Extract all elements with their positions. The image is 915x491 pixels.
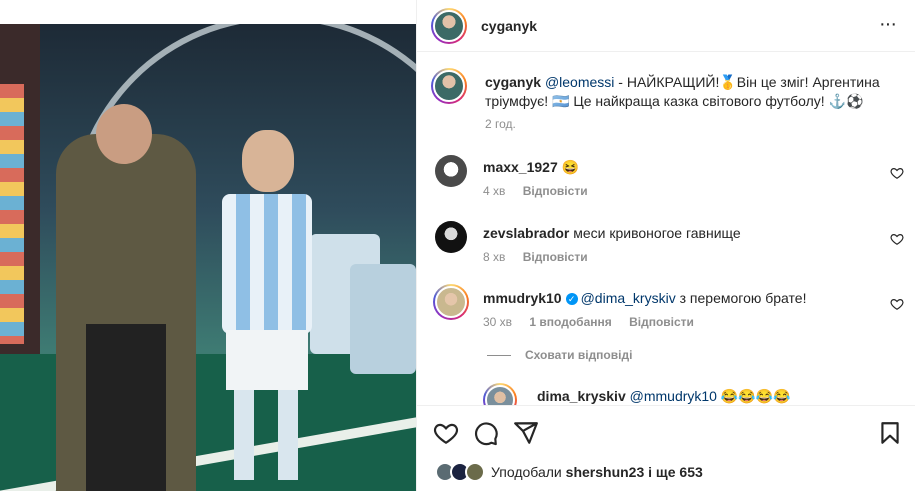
comment-avatar[interactable] <box>435 221 467 253</box>
reply-avatar[interactable] <box>483 383 517 405</box>
reply-username[interactable]: dima_kryskiv <box>537 388 626 404</box>
comment-meta: 30 хв 1 вподобання Відповісти <box>483 315 708 329</box>
liker-avatars <box>435 462 487 484</box>
caption-avatar[interactable] <box>431 68 467 104</box>
photo-wax-figure-shorts <box>226 330 308 390</box>
caption-mention[interactable]: @leomessi <box>545 74 614 90</box>
photo-person-left <box>56 104 196 491</box>
reply-text: dima_kryskiv @mmudryk10 😂😂😂😂 <box>537 388 791 405</box>
post-detail-panel: cyganyk ··· cyganyk @leomessi - НАЙКРАЩИ… <box>416 0 915 491</box>
reply-item: dima_kryskiv @mmudryk10 😂😂😂😂 <box>417 383 915 405</box>
comment-text: maxx_1927 😆 <box>483 159 873 176</box>
comment-body: з перемогою брате! <box>675 290 807 306</box>
share-send-icon[interactable] <box>513 420 539 446</box>
reply-mention[interactable]: @mmudryk10 <box>630 388 717 404</box>
photo-person-left-head <box>96 104 152 164</box>
photo-person-left-legs <box>86 324 166 491</box>
more-options-icon[interactable]: ··· <box>879 14 899 36</box>
reply-button[interactable]: Відповісти <box>629 315 694 329</box>
comment-time[interactable]: 4 хв <box>483 184 505 198</box>
comments-scroll-area[interactable]: cyganyk @leomessi - НАЙКРАЩИЙ!🥇Він це зм… <box>417 53 915 405</box>
comment-username[interactable]: maxx_1927 <box>483 159 558 175</box>
post-actions-bar: Уподобали shershun23 і ще 653 <box>417 405 915 491</box>
reply-body: 😂😂😂😂 <box>716 388 791 404</box>
photo-seat <box>350 264 416 374</box>
liker-avatar <box>465 462 485 482</box>
post-caption: cyganyk @leomessi - НАЙКРАЩИЙ!🥇Він це зм… <box>485 73 895 111</box>
comment-time[interactable]: 30 хв <box>483 315 512 329</box>
comment-like-heart-icon[interactable] <box>890 232 904 246</box>
author-username[interactable]: cyganyk <box>481 18 537 34</box>
photo-posters <box>0 84 24 344</box>
hide-replies-label: Сховати відповіді <box>525 348 633 362</box>
hide-replies-divider <box>487 355 511 356</box>
post-header: cyganyk ··· <box>417 0 915 52</box>
verified-badge-icon: ✓ <box>565 293 578 305</box>
like-heart-icon[interactable] <box>433 420 459 446</box>
comment-item: zevslabrador меси кривоногое гавнище 8 х… <box>417 221 915 281</box>
caption-text-line2: тріумфує! 🇦🇷 Це найкраща казка світового… <box>485 93 864 109</box>
author-avatar[interactable] <box>431 8 467 44</box>
caption-username[interactable]: cyganyk <box>485 74 541 90</box>
reply-button[interactable]: Відповісти <box>523 184 588 198</box>
comment-avatar[interactable] <box>433 284 469 320</box>
post-image[interactable] <box>0 0 416 491</box>
comment-item: mmudryk10 ✓ @dima_kryskiv з перемогою брат… <box>417 284 915 346</box>
photo-wax-figure-jersey <box>222 194 312 334</box>
caption-text-line1: - НАЙКРАЩИЙ!🥇Він це зміг! Аргентина <box>614 74 880 90</box>
likes-prefix: Уподобали <box>491 464 562 480</box>
photo-wax-figure-leg <box>234 390 254 480</box>
hide-replies-button[interactable]: Сховати відповіді <box>487 348 632 362</box>
post-photo-scene <box>0 24 416 491</box>
comment-avatar[interactable] <box>435 155 467 187</box>
comment-meta: 4 хв Відповісти <box>483 184 602 198</box>
comment-like-heart-icon[interactable] <box>890 166 904 180</box>
comment-likes-count[interactable]: 1 вподобання <box>529 315 611 329</box>
comment-bubble-icon[interactable] <box>473 420 499 446</box>
comment-mention[interactable]: @dima_kryskiv <box>581 290 676 306</box>
bookmark-save-icon[interactable] <box>877 420 903 446</box>
likes-user[interactable]: shershun23 <box>566 464 645 480</box>
comment-like-heart-icon[interactable] <box>890 297 904 311</box>
likes-others[interactable]: і ще 653 <box>648 464 703 480</box>
photo-wax-figure-leg <box>278 390 298 480</box>
photo-wax-figure <box>212 94 322 491</box>
comment-text: mmudryk10 ✓ @dima_kryskiv з перемогою брат… <box>483 290 873 306</box>
reply-button[interactable]: Відповісти <box>523 250 588 264</box>
likes-label: Уподобали shershun23 і ще 653 <box>491 464 703 480</box>
comment-body: меси кривоногое гавнище <box>573 225 741 241</box>
comment-item: maxx_1927 😆 4 хв Відповісти <box>417 155 915 215</box>
post-timestamp[interactable]: 2 год. <box>485 117 516 131</box>
comment-meta: 8 хв Відповісти <box>483 250 602 264</box>
comment-body: 😆 <box>561 159 580 175</box>
comment-username[interactable]: mmudryk10 <box>483 290 562 306</box>
comment-time[interactable]: 8 хв <box>483 250 505 264</box>
photo-wax-figure-head <box>242 130 294 192</box>
comment-username[interactable]: zevslabrador <box>483 225 569 241</box>
comment-text: zevslabrador меси кривоногое гавнище <box>483 225 873 241</box>
